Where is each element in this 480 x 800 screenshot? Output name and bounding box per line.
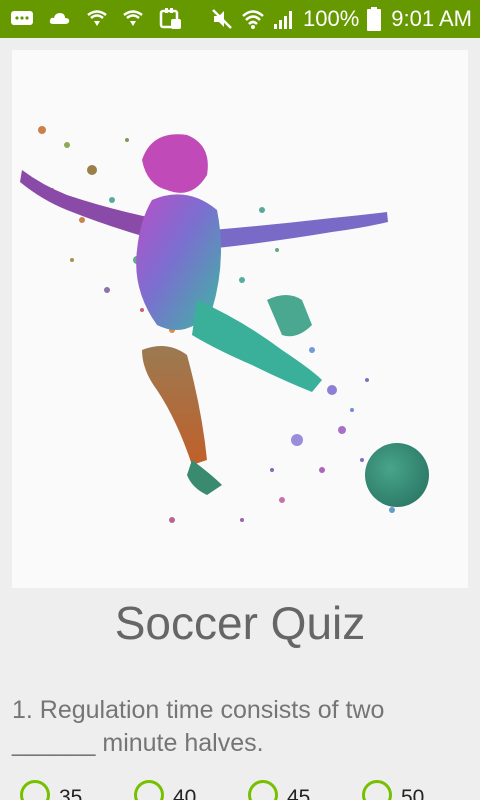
soccer-player-illustration (12, 50, 468, 588)
answer-option-45[interactable]: 45 (248, 780, 310, 800)
answer-label: 50 (401, 786, 425, 800)
answer-option-35[interactable]: 35 (20, 780, 82, 800)
signal-icon (273, 8, 295, 30)
answer-option-40[interactable]: 40 (134, 780, 196, 800)
answer-options: 35 40 45 50 (20, 780, 480, 800)
radio-button[interactable] (362, 780, 392, 800)
answer-label: 35 (59, 786, 83, 800)
mute-icon (211, 8, 233, 30)
radio-button[interactable] (134, 780, 164, 800)
answer-label: 40 (173, 786, 197, 800)
status-bar: 100% 9:01 AM (0, 0, 480, 38)
radio-button[interactable] (248, 780, 278, 800)
answer-option-50[interactable]: 50 (362, 780, 424, 800)
radio-button[interactable] (20, 780, 50, 800)
app-notification-icon (158, 8, 182, 30)
answer-label: 45 (287, 786, 311, 800)
shield-icon (86, 9, 108, 29)
soccer-ball (365, 443, 429, 507)
clock: 9:01 AM (391, 6, 472, 31)
question-text: 1. Regulation time consists of two _____… (12, 696, 385, 757)
wifi-icon (241, 8, 265, 30)
status-left-icons (10, 8, 196, 30)
battery-icon (367, 7, 382, 31)
shield-icon (122, 9, 144, 29)
cloud-icon (48, 9, 72, 29)
status-right-icons: 100% 9:01 AM (203, 6, 472, 32)
page-title: Soccer Quiz (114, 597, 366, 649)
battery-percentage: 100% (303, 6, 360, 31)
chat-notification-icon (10, 9, 34, 29)
